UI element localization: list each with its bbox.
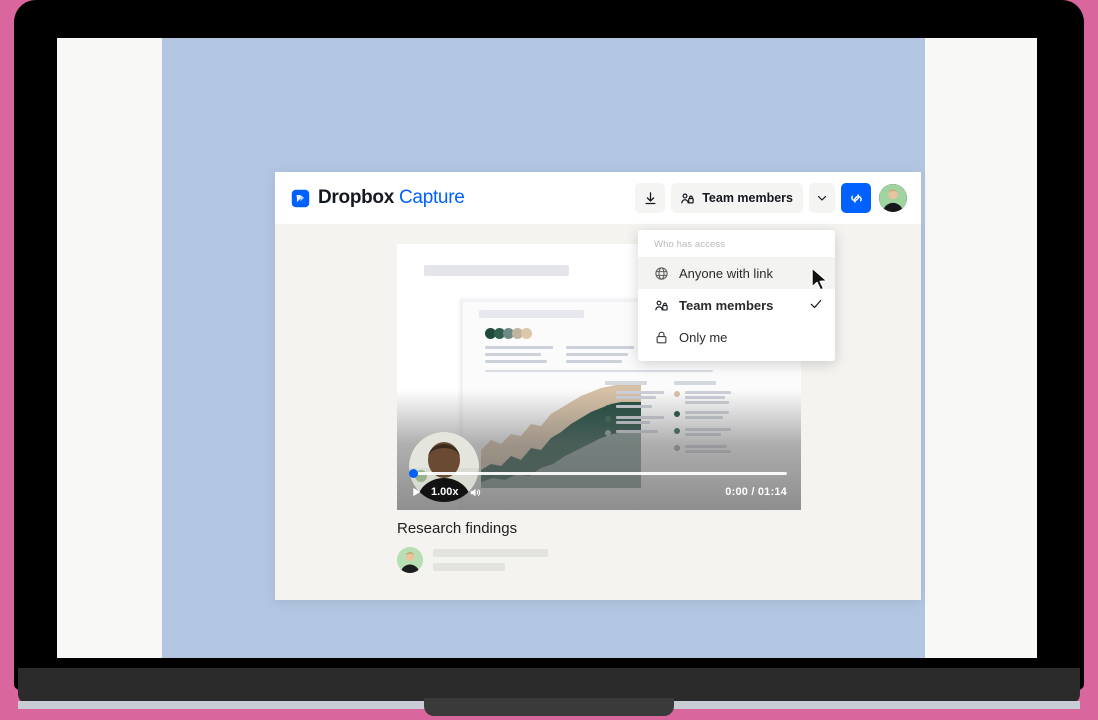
chevron-down-icon <box>817 195 827 201</box>
access-dropdown-toggle[interactable] <box>809 183 835 213</box>
legend-dot <box>521 328 532 339</box>
dropdown-item-label: Anyone with link <box>679 265 773 281</box>
video-controls: 1.00x 0:00 / 01:14 <box>411 482 787 502</box>
author-avatar-image <box>397 547 423 573</box>
text-placeholder <box>685 450 731 453</box>
recording-placeholder-bar <box>479 310 584 318</box>
text-placeholder <box>566 346 634 349</box>
brand-name: Dropbox <box>318 187 395 208</box>
share-link-button[interactable] <box>841 183 871 213</box>
list-heading-placeholder <box>674 381 716 385</box>
playback-speed-label[interactable]: 1.00x <box>431 486 459 498</box>
dropdown-item-anyone-with-link[interactable]: Anyone with link <box>638 257 835 289</box>
list-bullet <box>674 445 680 451</box>
people-icon <box>655 300 668 310</box>
brand-product: Capture <box>399 187 465 208</box>
author-avatar[interactable] <box>397 547 423 573</box>
check-icon <box>810 299 822 308</box>
laptop-screen: Dropbox Capture Team members 1.00x 0:00 … <box>57 38 1037 658</box>
list-bullet <box>674 428 680 434</box>
dropdown-item-team-members[interactable]: Team members <box>638 289 835 321</box>
access-dropdown-menu: Who has access Anyone with link Team mem… <box>638 230 835 361</box>
link-icon <box>850 193 862 203</box>
user-avatar-image <box>879 184 907 212</box>
text-placeholder <box>685 433 721 436</box>
text-placeholder <box>616 396 656 399</box>
video-title: Research findings <box>397 520 518 537</box>
list-bullet <box>605 405 611 411</box>
scene-root: Dropbox Capture Team members 1.00x 0:00 … <box>0 0 1098 720</box>
list-bullet <box>605 430 611 436</box>
recording-placeholder-bar <box>424 265 569 276</box>
video-progress-bar[interactable] <box>411 472 787 475</box>
text-placeholder <box>616 430 658 433</box>
dropdown-item-check <box>809 297 823 314</box>
divider <box>485 370 713 372</box>
text-placeholder <box>616 405 652 408</box>
meta-placeholder-line <box>433 563 505 571</box>
header-actions: Team members <box>635 183 907 213</box>
text-placeholder <box>685 396 725 399</box>
text-placeholder <box>685 391 731 394</box>
dropdown-item-label: Team members <box>679 297 774 313</box>
text-placeholder <box>685 416 723 419</box>
dropdown-item-label: Only me <box>679 329 728 345</box>
video-controls-left: 1.00x <box>411 486 482 499</box>
list-heading-placeholder <box>605 381 647 385</box>
dropdown-title: Who has access <box>654 239 726 250</box>
author-meta-placeholders <box>433 549 548 571</box>
avatar[interactable] <box>879 184 907 212</box>
meta-placeholder-line <box>433 549 548 557</box>
dropbox-logo-icon <box>291 189 310 207</box>
list-bullet <box>674 411 680 417</box>
capture-share-card: Dropbox Capture Team members 1.00x 0:00 … <box>275 172 921 600</box>
dropdown-item-only-me[interactable]: Only me <box>638 321 835 353</box>
text-placeholder <box>485 360 547 363</box>
laptop-notch <box>424 698 674 716</box>
text-placeholder <box>685 428 731 431</box>
video-time-label: 0:00 / 01:14 <box>725 486 787 498</box>
brand-text: Dropbox Capture <box>318 187 465 209</box>
app-header: Dropbox Capture Team members <box>275 172 921 224</box>
volume-icon[interactable] <box>468 486 482 499</box>
text-placeholder <box>485 346 553 349</box>
list-bullet <box>605 391 611 397</box>
download-button[interactable] <box>635 183 666 213</box>
text-placeholder <box>485 353 541 356</box>
video-meta-row <box>397 547 548 573</box>
brand: Dropbox Capture <box>291 187 465 209</box>
play-icon[interactable] <box>411 486 422 498</box>
list-bullet <box>674 391 680 397</box>
text-placeholder <box>685 411 729 414</box>
text-placeholder <box>616 421 650 424</box>
video-progress-knob[interactable] <box>409 469 418 478</box>
download-icon <box>645 191 656 204</box>
access-level-button[interactable]: Team members <box>671 183 803 213</box>
globe-icon <box>655 266 668 280</box>
list-bullet <box>605 416 611 422</box>
text-placeholder <box>616 416 664 419</box>
text-placeholder <box>566 353 628 356</box>
text-placeholder <box>685 445 727 448</box>
lock-icon <box>656 331 667 343</box>
text-placeholder <box>616 391 664 394</box>
text-placeholder <box>685 401 729 404</box>
people-icon <box>681 193 694 203</box>
text-placeholder <box>566 360 622 363</box>
access-level-label: Team members <box>702 191 793 205</box>
